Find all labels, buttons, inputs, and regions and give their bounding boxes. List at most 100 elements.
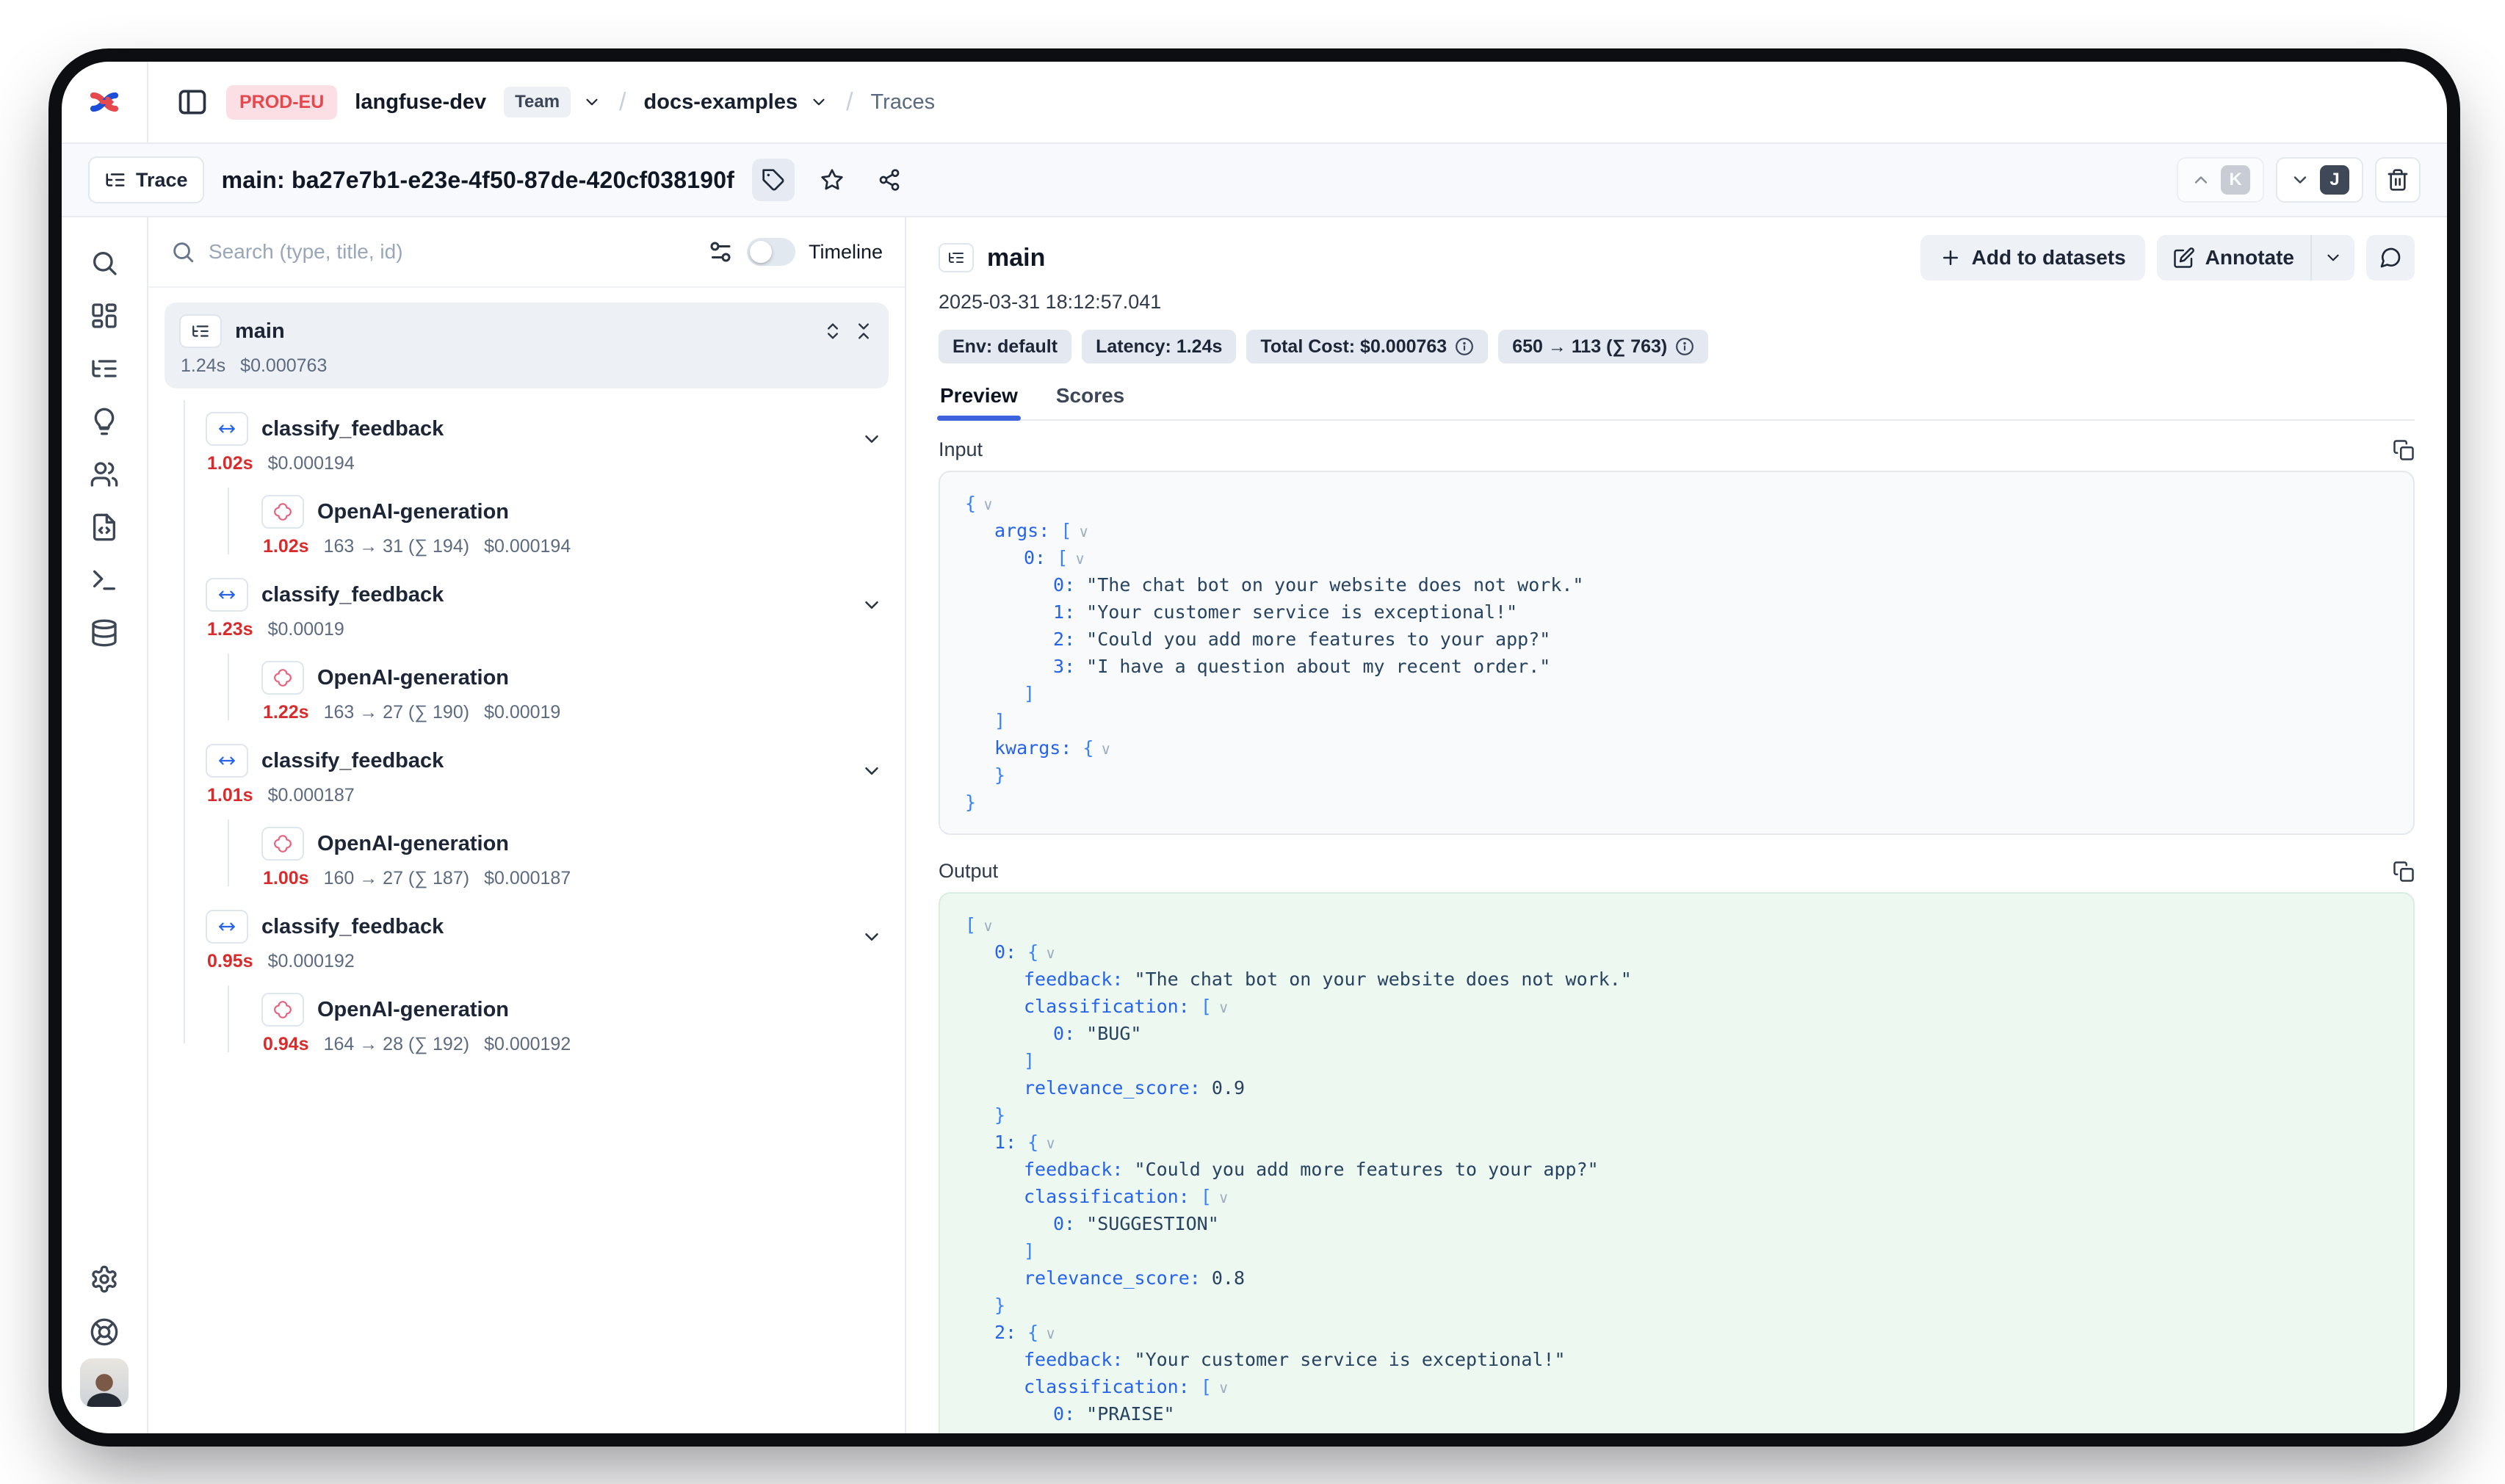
collapse-node-chevron-icon[interactable]: ∨ xyxy=(983,917,994,935)
tree-generation-row[interactable]: OpenAI-generation 1.22s 163 → 27 (∑ 190)… xyxy=(261,642,889,723)
sidebar-item-users[interactable] xyxy=(78,448,131,501)
sidebar-rail xyxy=(62,217,148,1433)
json-punctuation: [ xyxy=(1046,547,1068,568)
tree-span-row[interactable]: classify_feedback 1.02s $0.000194 OpenAI… xyxy=(206,391,889,557)
copy-input-button[interactable] xyxy=(2393,439,2415,461)
tab-scores[interactable]: Scores xyxy=(1055,381,1126,419)
comments-button[interactable] xyxy=(2366,235,2415,280)
json-line: {∨ xyxy=(965,490,2388,517)
json-key: 0: xyxy=(1024,547,1046,568)
collapse-node-chevron-icon[interactable]: ∨ xyxy=(983,496,994,514)
json-line: ] xyxy=(965,1427,2388,1433)
json-line: feedback: "Could you add more features t… xyxy=(965,1156,2388,1183)
output-json-viewer[interactable]: [∨0: {∨feedback: "The chat bot on your w… xyxy=(939,892,2415,1433)
json-line: } xyxy=(965,1292,2388,1319)
tree-search-input[interactable] xyxy=(209,240,694,264)
next-trace-button[interactable]: J xyxy=(2276,157,2363,203)
sidebar-toggle-icon[interactable] xyxy=(176,86,209,118)
collapse-node-chevron-icon[interactable]: ∨ xyxy=(1078,523,1089,541)
arrows-left-right-icon xyxy=(217,751,236,770)
annotate-dropdown-button[interactable] xyxy=(2312,235,2354,280)
json-punctuation: [ xyxy=(1190,996,1212,1017)
detail-actions: Add to datasets Annotate xyxy=(1920,235,2415,280)
timeline-toggle[interactable] xyxy=(747,238,795,266)
share-button[interactable] xyxy=(870,160,909,200)
json-punctuation: ] xyxy=(1024,1430,1035,1433)
search-icon xyxy=(170,239,195,264)
generation-latency: 0.94s xyxy=(263,1034,309,1055)
tree-search-row: Timeline xyxy=(148,217,905,288)
sidebar-item-dashboard[interactable] xyxy=(78,289,131,342)
sidebar-item-playground[interactable] xyxy=(78,554,131,607)
info-icon[interactable] xyxy=(1675,337,1694,356)
tab-preview[interactable]: Preview xyxy=(939,381,1019,419)
view-settings-icon[interactable] xyxy=(707,239,734,265)
span-latency: 1.02s xyxy=(207,453,253,474)
json-punctuation: ] xyxy=(1024,1240,1035,1262)
collapse-node-chevron-icon[interactable]: ∨ xyxy=(1218,1189,1229,1207)
environment-badge[interactable]: PROD-EU xyxy=(226,85,337,120)
langfuse-logo-icon[interactable] xyxy=(87,87,122,117)
org-chevron-down-icon[interactable] xyxy=(582,93,601,112)
sidebar-item-search[interactable] xyxy=(78,236,131,289)
json-punctuation: { xyxy=(1016,1322,1038,1343)
collapse-node-chevron-icon[interactable]: ∨ xyxy=(1074,550,1085,568)
collapse-row-chevron-icon[interactable] xyxy=(861,594,883,616)
json-key: 0: xyxy=(1053,574,1075,596)
favorite-star-button[interactable] xyxy=(812,160,852,200)
trace-timestamp: 2025-03-31 18:12:57.041 xyxy=(939,291,2415,314)
sidebar-item-datasets[interactable] xyxy=(78,607,131,659)
annotate-split-button: Annotate xyxy=(2157,235,2354,280)
add-to-datasets-button[interactable]: Add to datasets xyxy=(1920,235,2145,280)
collapse-node-chevron-icon[interactable]: ∨ xyxy=(1218,1379,1229,1397)
generation-children: OpenAI-generation 1.00s 160 → 27 (∑ 187)… xyxy=(228,808,889,889)
collapse-node-chevron-icon[interactable]: ∨ xyxy=(1218,999,1229,1017)
collapse-node-chevron-icon[interactable]: ∨ xyxy=(1045,1134,1056,1153)
collapse-node-chevron-icon[interactable]: ∨ xyxy=(1100,740,1111,759)
previous-trace-button[interactable]: K xyxy=(2177,157,2264,203)
tree-generation-row[interactable]: OpenAI-generation 0.94s 164 → 28 (∑ 192)… xyxy=(261,974,889,1055)
collapse-row-chevron-icon[interactable] xyxy=(861,428,883,450)
trace-detail-panel: main Add to datasets Annotate xyxy=(906,217,2447,1433)
collapse-node-chevron-icon[interactable]: ∨ xyxy=(1045,944,1056,963)
generation-name: OpenAI-generation xyxy=(317,666,509,690)
collapse-node-chevron-icon[interactable]: ∨ xyxy=(1045,1325,1056,1343)
json-punctuation: { xyxy=(1016,1132,1038,1153)
sidebar-item-evaluation[interactable] xyxy=(78,395,131,448)
tree-span-row[interactable]: classify_feedback 1.23s $0.00019 OpenAI-… xyxy=(206,557,889,723)
input-json-viewer[interactable]: {∨args: [∨0: [∨0: "The chat bot on your … xyxy=(939,471,2415,835)
sidebar-item-prompts[interactable] xyxy=(78,501,131,554)
trace-title-bar: Trace main: ba27e7b1-e23e-4f50-87de-420c… xyxy=(62,142,2447,217)
org-name[interactable]: langfuse-dev xyxy=(355,90,486,115)
user-avatar[interactable] xyxy=(80,1358,129,1407)
tree-span-row[interactable]: classify_feedback 1.01s $0.000187 OpenAI… xyxy=(206,723,889,889)
tree-span-row[interactable]: classify_feedback 0.95s $0.000192 OpenAI… xyxy=(206,889,889,1055)
json-line: 2: "Could you add more features to your … xyxy=(965,626,2388,653)
info-icon[interactable] xyxy=(1455,337,1474,356)
tree-root-row[interactable]: main 1.24s $0.000763 xyxy=(165,303,889,388)
expand-all-icon[interactable] xyxy=(823,321,843,341)
collapse-row-chevron-icon[interactable] xyxy=(861,760,883,782)
sidebar-item-tracing[interactable] xyxy=(78,342,131,395)
app-window: PROD-EU langfuse-dev Team / docs-example… xyxy=(62,62,2447,1433)
tree-generation-row[interactable]: OpenAI-generation 1.00s 160 → 27 (∑ 187)… xyxy=(261,808,889,889)
annotate-button[interactable]: Annotate xyxy=(2157,235,2310,280)
json-punctuation: [ xyxy=(1190,1186,1212,1207)
json-key: relevance_score: xyxy=(1024,1267,1201,1289)
tree-generation-row[interactable]: OpenAI-generation 1.02s 163 → 31 (∑ 194)… xyxy=(261,476,889,557)
project-chevron-down-icon[interactable] xyxy=(809,93,828,112)
sidebar-item-settings[interactable] xyxy=(78,1253,131,1306)
copy-output-button[interactable] xyxy=(2393,861,2415,883)
generation-cost: $0.000187 xyxy=(484,868,571,889)
project-name[interactable]: docs-examples xyxy=(644,90,798,115)
collapse-row-chevron-icon[interactable] xyxy=(861,926,883,948)
json-line: 1: "Your customer service is exceptional… xyxy=(965,598,2388,626)
tag-button[interactable] xyxy=(752,159,795,201)
json-key: 1: xyxy=(994,1132,1016,1153)
span-cost: $0.000187 xyxy=(268,785,355,806)
collapse-all-icon[interactable] xyxy=(853,321,874,341)
delete-trace-button[interactable] xyxy=(2375,157,2421,203)
sidebar-item-support[interactable] xyxy=(78,1306,131,1358)
section-traces[interactable]: Traces xyxy=(871,90,936,115)
generation-token-usage: 164 → 28 (∑ 192) xyxy=(324,1034,470,1055)
